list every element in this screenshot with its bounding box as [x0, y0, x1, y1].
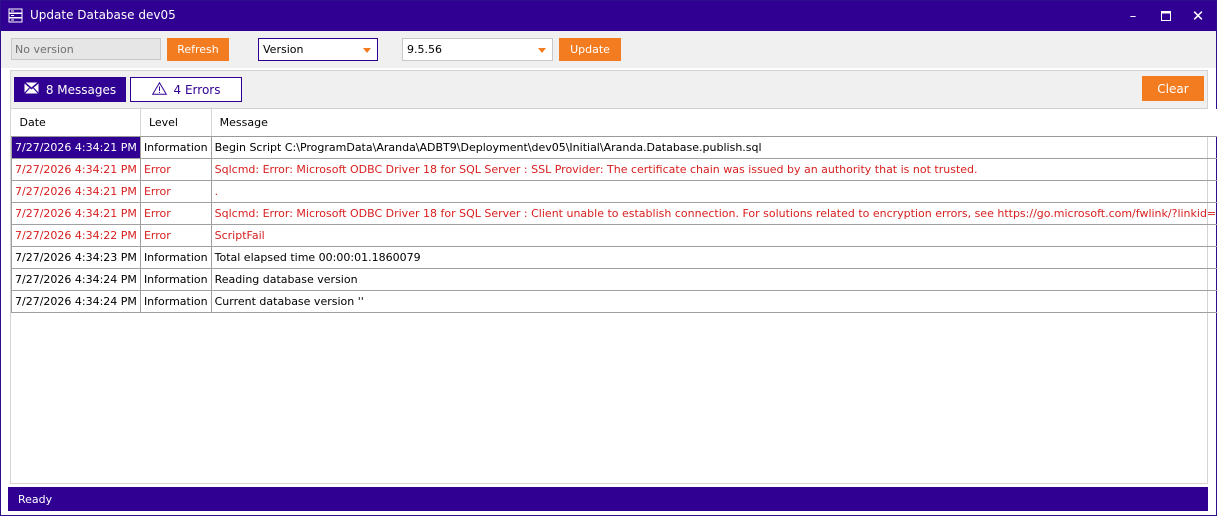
clear-button[interactable]: Clear — [1142, 76, 1204, 101]
toolbar: No version Refresh Version 9.5.56 Update — [1, 31, 1216, 68]
log-panel: 8 Messages 4 Errors Clear Date Level Mes… — [10, 70, 1217, 484]
table-row[interactable]: 7/27/2026 4:34:23 PM Information Total e… — [11, 246, 1217, 269]
status-text: Ready — [18, 493, 53, 506]
column-header-date[interactable]: Date — [11, 109, 141, 137]
target-version-dropdown[interactable]: 9.5.56 — [402, 38, 553, 61]
cell-date[interactable]: 7/27/2026 4:34:24 PM — [11, 268, 141, 291]
database-icon — [8, 8, 23, 23]
refresh-button[interactable]: Refresh — [167, 38, 229, 61]
tab-errors-label: 4 Errors — [173, 82, 221, 97]
cell-message[interactable]: . — [211, 180, 1217, 203]
chevron-down-icon — [363, 48, 371, 53]
cell-date[interactable]: 7/27/2026 4:34:21 PM — [11, 180, 141, 203]
tab-errors[interactable]: 4 Errors — [130, 77, 242, 102]
tab-messages[interactable]: 8 Messages — [14, 77, 126, 102]
update-button[interactable]: Update — [559, 38, 621, 61]
cell-date[interactable]: 7/27/2026 4:34:23 PM — [11, 246, 141, 269]
current-version-field[interactable]: No version — [11, 38, 161, 60]
cell-level[interactable]: Information — [140, 290, 212, 313]
tab-messages-label: 8 Messages — [45, 82, 117, 97]
table-row[interactable]: 7/27/2026 4:34:22 PM Error ScriptFail — [11, 224, 1217, 247]
messages-grid[interactable]: Date Level Message 7/27/2026 4:34:21 PM … — [11, 108, 1217, 483]
minimize-button[interactable]: – — [1118, 1, 1148, 31]
cell-message[interactable]: Reading database version — [211, 268, 1217, 291]
envelope-icon — [23, 81, 39, 97]
maximize-icon — [1161, 11, 1171, 21]
table-header-row: Date Level Message — [11, 109, 1217, 137]
warning-icon — [151, 81, 167, 98]
cell-level[interactable]: Error — [140, 224, 212, 247]
target-version-value: 9.5.56 — [407, 43, 442, 56]
cell-level[interactable]: Information — [140, 246, 212, 269]
cell-level[interactable]: Error — [140, 180, 212, 203]
cell-date[interactable]: 7/27/2026 4:34:21 PM — [11, 202, 141, 225]
cell-message[interactable]: ScriptFail — [211, 224, 1217, 247]
window-title: Update Database dev05 — [30, 8, 176, 22]
version-type-dropdown[interactable]: Version — [258, 38, 378, 61]
chevron-down-icon — [538, 48, 546, 53]
table-row[interactable]: 7/27/2026 4:34:21 PM Error Sqlcmd: Error… — [11, 202, 1217, 225]
close-button[interactable]: ✕ — [1183, 1, 1213, 31]
cell-date[interactable]: 7/27/2026 4:34:24 PM — [11, 290, 141, 313]
table-row[interactable]: 7/27/2026 4:34:24 PM Information Current… — [11, 290, 1217, 313]
column-header-level[interactable]: Level — [140, 109, 212, 137]
maximize-button[interactable] — [1151, 1, 1181, 31]
cell-level[interactable]: Error — [140, 202, 212, 225]
version-type-value: Version — [263, 43, 304, 56]
messages-table: Date Level Message 7/27/2026 4:34:21 PM … — [11, 109, 1217, 313]
cell-message[interactable]: Sqlcmd: Error: Microsoft ODBC Driver 18 … — [211, 158, 1217, 181]
cell-message[interactable]: Sqlcmd: Error: Microsoft ODBC Driver 18 … — [211, 202, 1217, 225]
cell-level[interactable]: Error — [140, 158, 212, 181]
cell-message[interactable]: Total elapsed time 00:00:01.1860079 — [211, 246, 1217, 269]
cell-level[interactable]: Information — [140, 268, 212, 291]
table-row[interactable]: 7/27/2026 4:34:21 PM Information Begin S… — [11, 136, 1217, 159]
table-row[interactable]: 7/27/2026 4:34:21 PM Error . — [11, 180, 1217, 203]
status-bar: Ready — [8, 487, 1208, 511]
title-bar[interactable]: Update Database dev05 – ✕ — [1, 1, 1216, 31]
table-row[interactable]: 7/27/2026 4:34:24 PM Information Reading… — [11, 268, 1217, 291]
cell-level[interactable]: Information — [140, 136, 212, 159]
cell-message[interactable]: Current database version '' — [211, 290, 1217, 313]
cell-date[interactable]: 7/27/2026 4:34:21 PM — [11, 158, 141, 181]
table-row[interactable]: 7/27/2026 4:34:21 PM Error Sqlcmd: Error… — [11, 158, 1217, 181]
column-header-message[interactable]: Message — [211, 109, 1217, 137]
cell-date[interactable]: 7/27/2026 4:34:22 PM — [11, 224, 141, 247]
update-database-window: Update Database dev05 – ✕ No version Ref… — [0, 0, 1217, 516]
cell-date[interactable]: 7/27/2026 4:34:21 PM — [11, 136, 141, 159]
cell-message[interactable]: Begin Script C:\ProgramData\Aranda\ADBT9… — [211, 136, 1217, 159]
